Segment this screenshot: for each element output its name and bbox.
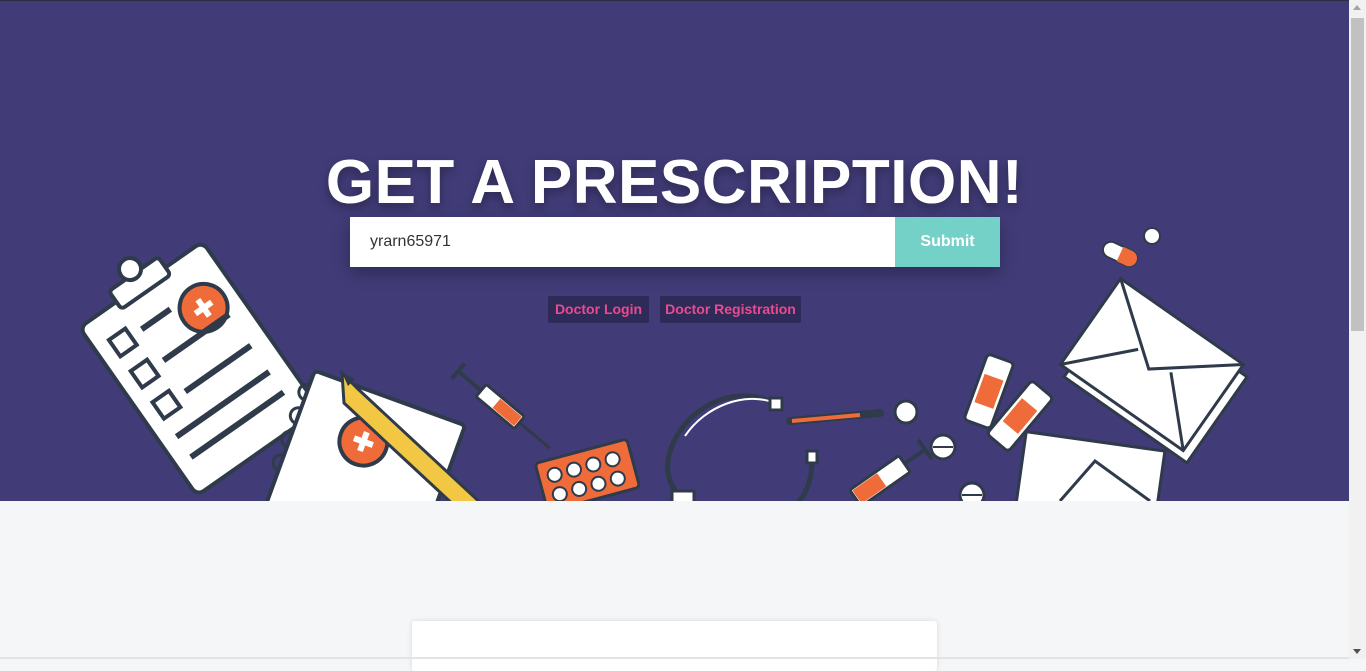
envelope-icon: [1013, 429, 1167, 501]
content-card: [412, 621, 937, 671]
prescription-search-form: Submit: [350, 217, 1000, 267]
vertical-scrollbar[interactable]: [1349, 0, 1366, 659]
stethoscope-icon: [665, 393, 819, 501]
syringe-icon: [848, 438, 934, 501]
pill-blister-icon: [534, 438, 641, 501]
page-title: GET A PRESCRIPTION!: [325, 148, 1024, 217]
scroll-down-arrow-icon[interactable]: [1353, 649, 1361, 654]
scroll-thumb[interactable]: [1351, 18, 1364, 331]
doctor-registration-button[interactable]: Doctor Registration: [660, 296, 801, 323]
syringe-icon: [450, 362, 552, 450]
prescription-code-input[interactable]: [350, 217, 895, 267]
thermometer-icon: [786, 399, 919, 425]
scroll-up-arrow-icon[interactable]: [1353, 5, 1361, 10]
pill-capsule-icon: [1101, 240, 1139, 268]
envelope-icon: [1058, 276, 1250, 465]
submit-button[interactable]: Submit: [895, 217, 1000, 267]
doctor-login-button[interactable]: Doctor Login: [548, 296, 649, 323]
